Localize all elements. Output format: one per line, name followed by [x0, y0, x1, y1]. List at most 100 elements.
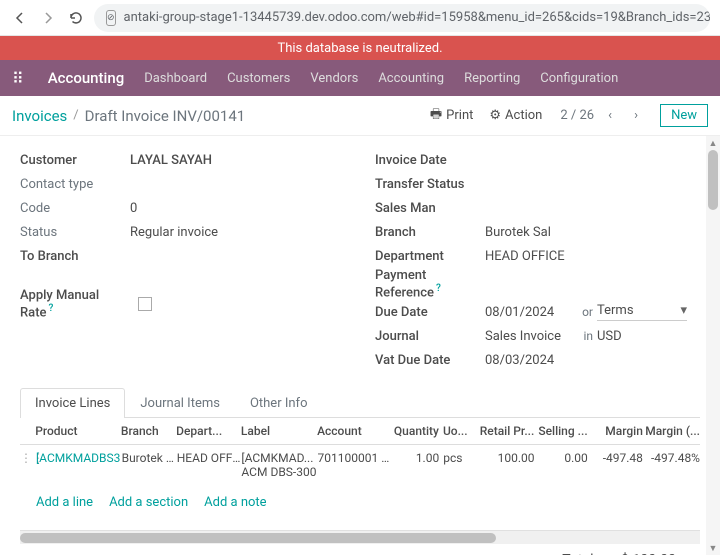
nav-vendors[interactable]: Vendors — [310, 71, 358, 86]
code-value[interactable]: 0 — [130, 201, 137, 216]
col-margin[interactable]: Margin — [588, 424, 643, 438]
scrollbar-thumb[interactable] — [708, 150, 718, 210]
breadcrumb-current: Draft Invoice INV/00141 — [85, 107, 246, 125]
tab-invoice-lines[interactable]: Invoice Lines — [20, 388, 125, 418]
vat-due-label: Vat Due Date — [375, 353, 485, 368]
status-value[interactable]: Regular invoice — [130, 225, 218, 240]
payment-ref-label: Payment Reference? — [375, 268, 485, 300]
col-quantity[interactable]: Quantity — [393, 424, 439, 438]
breadcrumb-root[interactable]: Invoices — [12, 107, 67, 125]
pager-prev-icon[interactable]: ‹ — [600, 104, 620, 128]
site-info-icon[interactable]: ⊘ — [106, 10, 116, 26]
url-text: antaki-group-stage1-13445739.dev.odoo.co… — [124, 10, 710, 25]
journal-value[interactable]: Sales Invoice — [485, 329, 571, 344]
pager-text[interactable]: 2 / 26 — [560, 108, 594, 123]
add-section-button[interactable]: Add a section — [109, 495, 188, 510]
qty-cell[interactable]: 1.00 — [394, 451, 440, 465]
neutralized-banner: This database is neutralized. — [0, 36, 720, 60]
gear-icon: ⚙ — [489, 108, 501, 123]
drag-handle-icon[interactable]: ⋮⋮ — [20, 451, 36, 465]
back-icon[interactable] — [10, 8, 30, 28]
salesman-label: Sales Man — [375, 201, 485, 216]
print-label: Print — [446, 108, 473, 123]
add-note-button[interactable]: Add a note — [204, 495, 266, 510]
col-retail[interactable]: Retail Pr... — [473, 424, 534, 438]
nav-dashboard[interactable]: Dashboard — [144, 71, 207, 86]
branch-label: Branch — [375, 225, 485, 240]
retail-cell[interactable]: 100.00 — [474, 451, 535, 465]
customer-label: Customer — [20, 153, 130, 168]
col-product[interactable]: Product — [35, 424, 121, 438]
tab-journal-items[interactable]: Journal Items — [125, 388, 235, 418]
branch-cell[interactable]: Burotek S... — [122, 451, 177, 465]
contact-type-label: Contact type — [20, 177, 130, 192]
department-label: Department — [375, 249, 485, 264]
forward-icon[interactable] — [38, 8, 58, 28]
journal-currency[interactable]: USD — [597, 329, 622, 344]
scrollbar-thumb[interactable] — [20, 533, 496, 543]
vat-due-value[interactable]: 08/03/2024 — [485, 353, 554, 368]
due-date-value[interactable]: 08/01/2024 — [485, 305, 571, 320]
branch-value[interactable]: Burotek Sal — [485, 225, 551, 240]
margin-pct-cell[interactable]: -497.48% — [643, 451, 700, 465]
help-icon[interactable]: ? — [436, 283, 441, 294]
transfer-status-label: Transfer Status — [375, 177, 485, 192]
account-cell[interactable]: 701100001 S... — [318, 451, 394, 465]
customer-value[interactable]: LAYAL SAYAH — [130, 153, 212, 168]
form-content: CustomerLAYAL SAYAH Contact type Code0 S… — [0, 136, 720, 555]
app-name[interactable]: Accounting — [48, 69, 124, 87]
apps-icon[interactable]: ⠿ — [12, 69, 24, 88]
invoice-date-label: Invoice Date — [375, 153, 485, 168]
apply-rate-checkbox[interactable] — [138, 297, 152, 311]
print-icon: 🖶 — [430, 105, 442, 127]
left-column: CustomerLAYAL SAYAH Contact type Code0 S… — [20, 148, 345, 372]
add-line-button[interactable]: Add a line — [36, 495, 93, 510]
col-label[interactable]: Label — [241, 424, 317, 438]
col-selling[interactable]: Selling ... — [534, 424, 587, 438]
product-cell[interactable]: [ACMKMADBS3 — [36, 451, 122, 465]
nav-customers[interactable]: Customers — [227, 71, 290, 86]
main-nav: ⠿ Accounting Dashboard Customers Vendors… — [0, 60, 720, 96]
action-label: Action — [505, 108, 542, 123]
nav-configuration[interactable]: Configuration — [540, 71, 618, 86]
col-uom[interactable]: Uo... — [439, 424, 473, 438]
col-margin-pct[interactable]: Margin (... — [643, 424, 700, 438]
tab-other-info[interactable]: Other Info — [235, 388, 323, 418]
banner-text: This database is neutralized. — [277, 41, 442, 56]
scroll-down-icon[interactable]: ▼ — [706, 541, 720, 555]
due-date-label: Due Date — [375, 305, 485, 320]
col-account[interactable]: Account — [317, 424, 393, 438]
reload-icon[interactable] — [66, 8, 86, 28]
new-button[interactable]: New — [660, 104, 708, 127]
terms-select[interactable]: Terms▾ — [597, 303, 687, 321]
selling-cell[interactable]: 0.00 — [535, 451, 588, 465]
grid-header: Product Branch Depart... Label Account Q… — [20, 418, 700, 445]
col-department[interactable]: Depart... — [176, 424, 241, 438]
vertical-scrollbar[interactable]: ▲ ▼ — [706, 136, 720, 555]
url-bar[interactable]: ⊘ antaki-group-stage1-13445739.dev.odoo.… — [94, 4, 710, 32]
label-cell[interactable]: [ACMKMAD... ACM DBS-300 — [241, 451, 317, 479]
nav-accounting[interactable]: Accounting — [378, 71, 444, 86]
scroll-up-icon[interactable]: ▲ — [706, 136, 720, 150]
horizontal-scrollbar[interactable] — [20, 530, 700, 544]
table-row[interactable]: ⋮⋮ [ACMKMADBS3 Burotek S... HEAD OFFICE … — [20, 445, 700, 485]
status-label: Status — [20, 225, 130, 240]
nav-reporting[interactable]: Reporting — [464, 71, 520, 86]
print-button[interactable]: 🖶 Print — [430, 105, 473, 127]
right-column: Invoice Date Transfer Status Sales Man B… — [375, 148, 700, 372]
pager-next-icon[interactable]: › — [626, 104, 646, 128]
control-bar: Invoices / Draft Invoice INV/00141 🖶 Pri… — [0, 96, 720, 136]
code-label: Code — [20, 201, 130, 216]
apply-rate-label: Apply Manual Rate? — [20, 288, 130, 320]
to-branch-label: To Branch — [20, 249, 130, 264]
department-value[interactable]: HEAD OFFICE — [485, 249, 565, 264]
dept-cell[interactable]: HEAD OFFICE — [177, 451, 242, 465]
margin-cell[interactable]: -497.48 — [588, 451, 643, 465]
help-icon[interactable]: ? — [48, 303, 53, 314]
col-branch[interactable]: Branch — [121, 424, 176, 438]
breadcrumb-sep: / — [73, 108, 78, 123]
action-button[interactable]: ⚙ Action — [489, 108, 542, 123]
total-row: Total: $ 100.00 — [20, 544, 700, 555]
due-or-label: or — [571, 305, 597, 319]
uom-cell[interactable]: pcs — [439, 451, 473, 465]
